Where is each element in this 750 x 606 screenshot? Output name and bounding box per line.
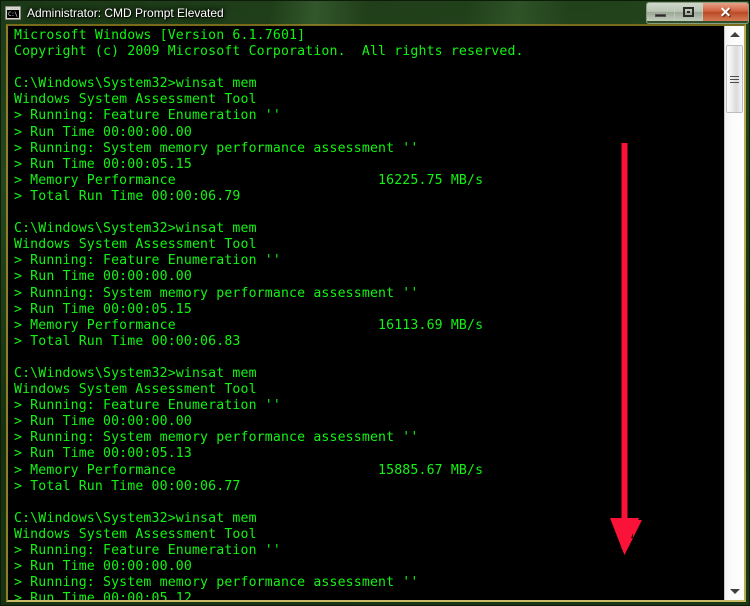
scrollbar-grip-icon xyxy=(730,75,739,83)
chevron-up-icon xyxy=(729,32,740,37)
window-titlebar[interactable]: ··· C:\ Administrator: CMD Prompt Elevat… xyxy=(1,1,749,24)
console-client-area: Microsoft Windows [Version 6.1.7601] Cop… xyxy=(6,24,746,602)
scrollbar-up-button[interactable] xyxy=(725,26,744,43)
console-output-pane[interactable]: Microsoft Windows [Version 6.1.7601] Cop… xyxy=(8,26,724,600)
close-icon: ✕ xyxy=(719,4,732,20)
close-button[interactable]: ✕ xyxy=(703,3,748,21)
minimize-button[interactable] xyxy=(647,3,675,21)
scrollbar-thumb[interactable] xyxy=(726,45,743,113)
window-title: Administrator: CMD Prompt Elevated xyxy=(27,5,224,20)
vertical-scrollbar[interactable] xyxy=(724,26,744,600)
console-text: Microsoft Windows [Version 6.1.7601] Cop… xyxy=(14,28,524,600)
cmd-console-icon: ··· C:\ xyxy=(5,5,21,20)
maximize-icon xyxy=(683,7,694,17)
chevron-down-icon xyxy=(729,589,740,594)
icon-prompt-text: C:\ xyxy=(7,9,19,18)
caption-button-group: ✕ xyxy=(646,2,749,24)
minimize-icon xyxy=(655,13,666,17)
cmd-window: ··· C:\ Administrator: CMD Prompt Elevat… xyxy=(0,0,750,606)
scrollbar-down-button[interactable] xyxy=(725,583,744,600)
maximize-button[interactable] xyxy=(675,3,703,21)
